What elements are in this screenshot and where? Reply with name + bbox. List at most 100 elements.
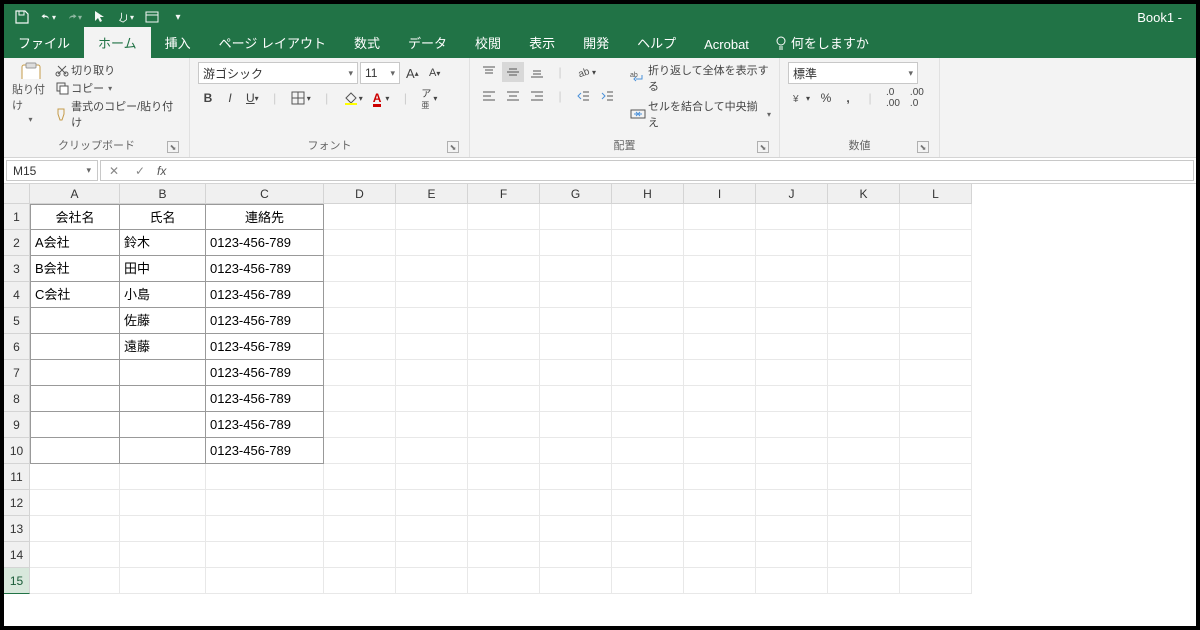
pointer-icon[interactable] bbox=[92, 9, 108, 25]
cell[interactable] bbox=[324, 230, 396, 256]
cell[interactable] bbox=[612, 542, 684, 568]
cell[interactable] bbox=[324, 542, 396, 568]
cell[interactable] bbox=[900, 438, 972, 464]
cell[interactable] bbox=[30, 542, 120, 568]
cell[interactable] bbox=[756, 490, 828, 516]
cell[interactable] bbox=[206, 516, 324, 542]
row-header[interactable]: 1 bbox=[4, 204, 30, 230]
cell[interactable] bbox=[756, 516, 828, 542]
cell[interactable] bbox=[900, 464, 972, 490]
cell[interactable] bbox=[468, 412, 540, 438]
cell[interactable] bbox=[30, 438, 120, 464]
cell[interactable] bbox=[120, 542, 206, 568]
cell[interactable] bbox=[540, 412, 612, 438]
font-name-combo[interactable]: 游ゴシック▾ bbox=[198, 62, 358, 84]
cell[interactable] bbox=[684, 334, 756, 360]
align-right-button[interactable] bbox=[526, 86, 548, 106]
cell[interactable]: B会社 bbox=[30, 256, 120, 282]
cell[interactable] bbox=[540, 490, 612, 516]
increase-font-button[interactable]: A▴ bbox=[402, 63, 423, 83]
cell[interactable] bbox=[30, 334, 120, 360]
cell[interactable] bbox=[120, 360, 206, 386]
column-header[interactable]: D bbox=[324, 184, 396, 204]
cell[interactable] bbox=[30, 308, 120, 334]
cell[interactable] bbox=[828, 516, 900, 542]
save-icon[interactable] bbox=[14, 9, 30, 25]
cell[interactable] bbox=[612, 568, 684, 594]
cell[interactable] bbox=[540, 360, 612, 386]
cell[interactable] bbox=[396, 516, 468, 542]
cell[interactable] bbox=[612, 386, 684, 412]
formula-input[interactable] bbox=[170, 161, 1193, 180]
tab-view[interactable]: 表示 bbox=[515, 27, 569, 58]
column-header[interactable]: H bbox=[612, 184, 684, 204]
cell[interactable] bbox=[684, 412, 756, 438]
cell[interactable] bbox=[684, 568, 756, 594]
cell[interactable] bbox=[828, 438, 900, 464]
cell[interactable] bbox=[540, 542, 612, 568]
cell[interactable] bbox=[684, 282, 756, 308]
cell[interactable] bbox=[396, 386, 468, 412]
cell[interactable]: C会社 bbox=[30, 282, 120, 308]
increase-indent-button[interactable] bbox=[596, 86, 618, 106]
cell[interactable] bbox=[828, 256, 900, 282]
cell[interactable] bbox=[900, 204, 972, 230]
cell[interactable]: 0123-456-789 bbox=[206, 412, 324, 438]
cell[interactable] bbox=[468, 542, 540, 568]
cell[interactable]: 0123-456-789 bbox=[206, 334, 324, 360]
cell[interactable] bbox=[756, 230, 828, 256]
align-top-button[interactable] bbox=[478, 62, 500, 82]
cell[interactable] bbox=[30, 360, 120, 386]
alignment-dialog-launcher[interactable]: ⬊ bbox=[757, 141, 769, 153]
cell[interactable] bbox=[396, 412, 468, 438]
cell[interactable] bbox=[684, 464, 756, 490]
cell[interactable] bbox=[756, 204, 828, 230]
cell[interactable]: 遠藤 bbox=[120, 334, 206, 360]
cell[interactable]: 会社名 bbox=[30, 204, 120, 230]
cell[interactable]: 0123-456-789 bbox=[206, 438, 324, 464]
cell[interactable] bbox=[828, 412, 900, 438]
cell[interactable] bbox=[206, 568, 324, 594]
cell[interactable] bbox=[828, 230, 900, 256]
redo-icon[interactable]: ▾ bbox=[66, 9, 82, 25]
cell[interactable] bbox=[324, 282, 396, 308]
column-header[interactable]: J bbox=[756, 184, 828, 204]
cell[interactable] bbox=[396, 230, 468, 256]
column-header[interactable]: E bbox=[396, 184, 468, 204]
cell[interactable] bbox=[468, 516, 540, 542]
cell[interactable] bbox=[684, 230, 756, 256]
cell[interactable] bbox=[756, 386, 828, 412]
underline-button[interactable]: U ▾ bbox=[242, 88, 263, 108]
cell[interactable] bbox=[756, 308, 828, 334]
tab-developer[interactable]: 開発 bbox=[569, 27, 623, 58]
cell[interactable] bbox=[612, 282, 684, 308]
row-header[interactable]: 9 bbox=[4, 412, 30, 438]
cell[interactable]: 0123-456-789 bbox=[206, 256, 324, 282]
cell[interactable] bbox=[30, 568, 120, 594]
cell[interactable] bbox=[900, 360, 972, 386]
cell[interactable] bbox=[540, 308, 612, 334]
cell[interactable] bbox=[396, 256, 468, 282]
cell[interactable] bbox=[206, 490, 324, 516]
cell[interactable] bbox=[900, 308, 972, 334]
cell[interactable] bbox=[540, 464, 612, 490]
cell[interactable] bbox=[540, 204, 612, 230]
cell[interactable] bbox=[468, 438, 540, 464]
select-all-corner[interactable] bbox=[4, 184, 30, 204]
column-header[interactable]: I bbox=[684, 184, 756, 204]
row-header[interactable]: 11 bbox=[4, 464, 30, 490]
column-header[interactable]: K bbox=[828, 184, 900, 204]
cell[interactable] bbox=[900, 282, 972, 308]
cell[interactable]: 田中 bbox=[120, 256, 206, 282]
cell[interactable] bbox=[612, 490, 684, 516]
cell[interactable] bbox=[756, 438, 828, 464]
cell[interactable]: 0123-456-789 bbox=[206, 230, 324, 256]
cell[interactable] bbox=[324, 438, 396, 464]
undo-icon[interactable]: ▾ bbox=[40, 9, 56, 25]
paste-button[interactable]: 貼り付け ▾ bbox=[12, 62, 49, 124]
cell[interactable] bbox=[612, 256, 684, 282]
cell[interactable] bbox=[756, 464, 828, 490]
row-header[interactable]: 4 bbox=[4, 282, 30, 308]
enter-formula-button[interactable]: ✓ bbox=[127, 164, 153, 178]
number-dialog-launcher[interactable]: ⬊ bbox=[917, 141, 929, 153]
